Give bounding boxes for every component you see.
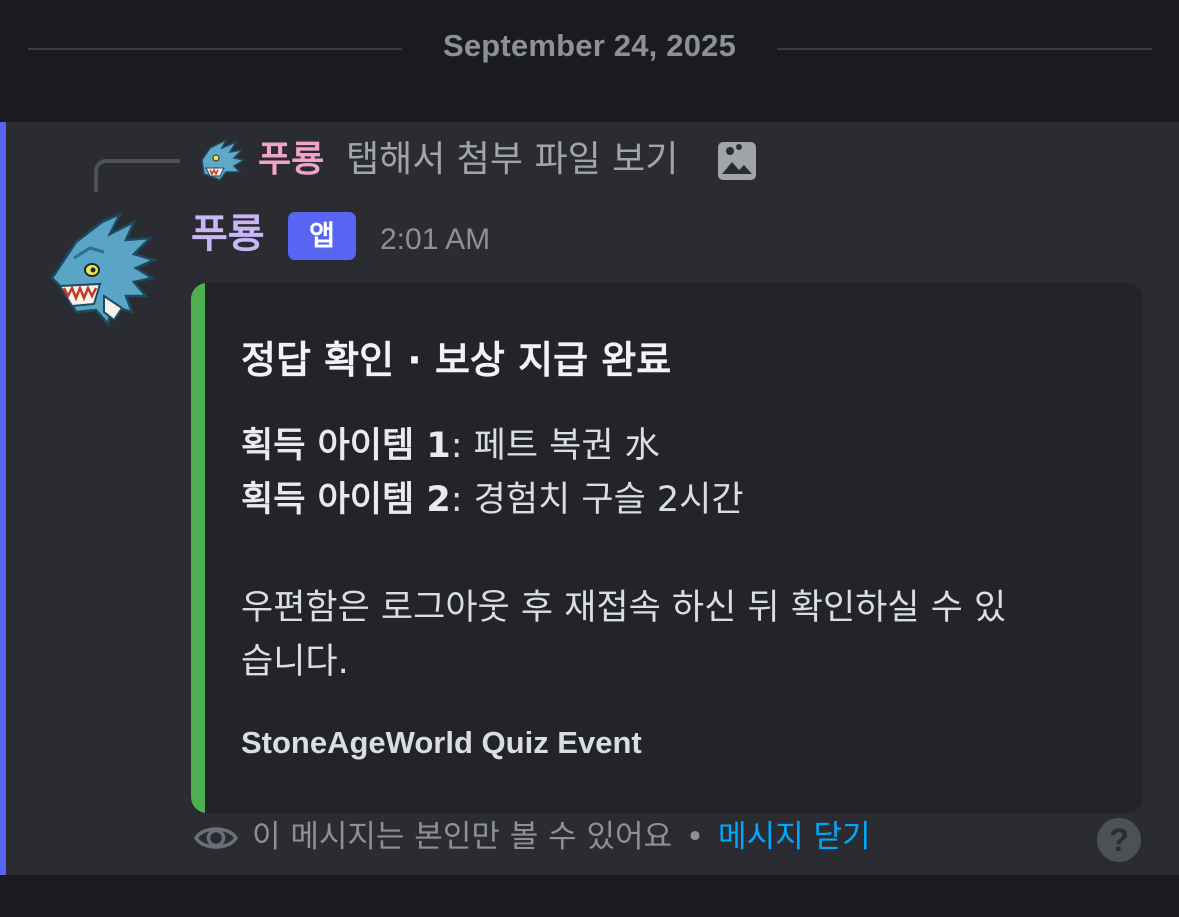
- dragon-avatar[interactable]: [46, 212, 158, 328]
- separator-dot: •: [685, 819, 705, 855]
- embed-field-value: : 페트 복권 水: [450, 426, 660, 466]
- date-divider: September 24, 2025: [0, 0, 1179, 122]
- ephemeral-notice-text: 이 메시지는 본인만 볼 수 있어요: [252, 819, 673, 855]
- eye-icon: [193, 827, 239, 849]
- message-highlight-bar: [0, 122, 6, 875]
- ephemeral-notice: 이 메시지는 본인만 볼 수 있어요 • 메시지 닫기: [252, 815, 871, 859]
- author-name[interactable]: 푸룡: [191, 210, 265, 258]
- embed-field-value: : 경험치 구슬 2시간: [450, 480, 744, 520]
- embed-field-label: 획득 아이템 1: [241, 426, 451, 466]
- message-container[interactable]: 푸룡 탭해서 첨부 파일 보기 푸룡 앱 2:01 AM 정답 확인 · 보상 …: [0, 122, 1179, 875]
- divider-line-left: [28, 48, 402, 50]
- embed-description-line: 습니다.: [241, 642, 349, 682]
- embed-field-label: 획득 아이템 2: [241, 480, 451, 520]
- embed-field: 획득 아이템 1: 페트 복권 水: [241, 419, 1101, 473]
- bottom-strip: [0, 875, 1179, 917]
- embed-title: 정답 확인 · 보상 지급 완료: [241, 338, 672, 382]
- embed-field: 획득 아이템 2: 경험치 구슬 2시간: [241, 473, 1101, 527]
- reply-preview-text[interactable]: 탭해서 첨부 파일 보기: [346, 139, 678, 181]
- embed-description-line: 우편함은 로그아웃 후 재접속 하신 뒤 확인하실 수 있: [241, 588, 1007, 628]
- embed-footer: StoneAgeWorld Quiz Event: [241, 725, 642, 760]
- embed-description: 획득 아이템 1: 페트 복권 水 획득 아이템 2: 경험치 구슬 2시간 우…: [241, 419, 1101, 689]
- reply-spine: [94, 159, 180, 192]
- help-icon[interactable]: ?: [1097, 818, 1141, 862]
- app-badge: 앱: [288, 212, 356, 260]
- dismiss-message-link[interactable]: 메시지 닫기: [718, 819, 870, 855]
- embed-accent-bar: [191, 283, 205, 813]
- reply-author-name[interactable]: 푸룡: [258, 139, 324, 181]
- image-icon[interactable]: [717, 141, 757, 181]
- embed-spacer: [241, 527, 1101, 581]
- divider-line-right: [777, 48, 1152, 50]
- message-embed: 정답 확인 · 보상 지급 완료 획득 아이템 1: 페트 복권 水 획득 아이…: [191, 283, 1143, 813]
- date-label: September 24, 2025: [442, 28, 737, 63]
- reply-avatar-icon[interactable]: [196, 134, 248, 186]
- message-timestamp[interactable]: 2:01 AM: [380, 220, 490, 260]
